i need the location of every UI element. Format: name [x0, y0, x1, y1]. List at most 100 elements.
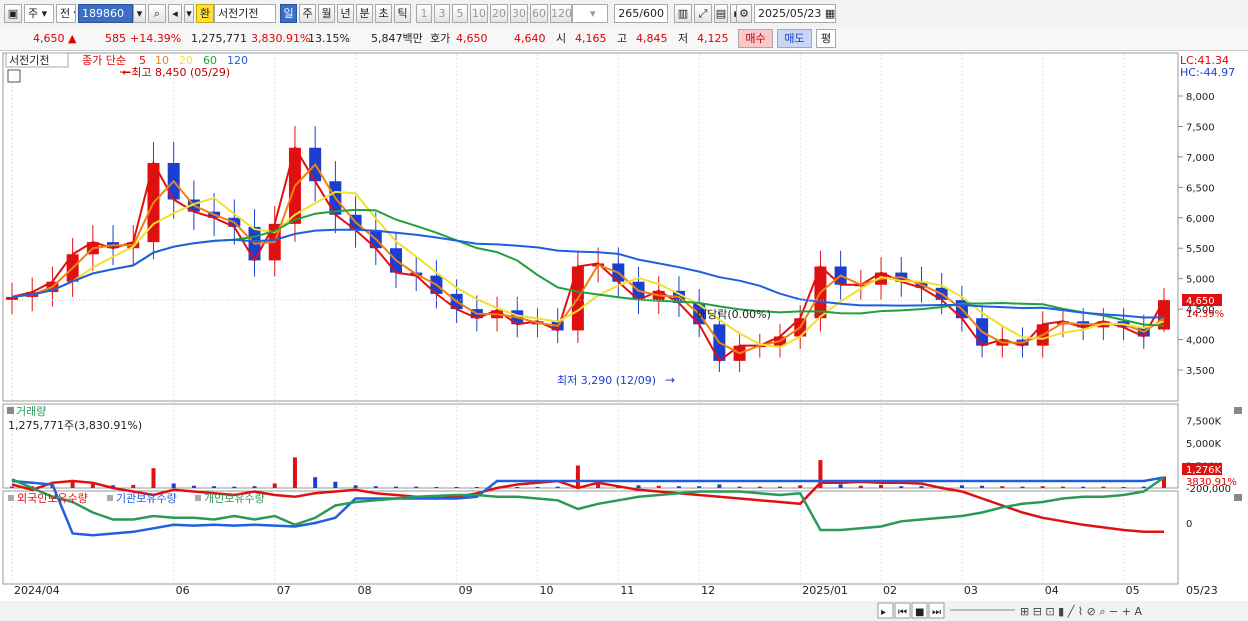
interval-tab-10[interactable]: 10: [470, 4, 488, 23]
interval-tab-30[interactable]: 30: [510, 4, 528, 23]
nav-icon-2: ■: [915, 607, 924, 618]
evaluation-button[interactable]: 평: [816, 29, 836, 48]
volume-bar: [656, 485, 661, 488]
price-pane: [2, 52, 1179, 402]
interval-tab-20[interactable]: 20: [490, 4, 508, 23]
candle-icon[interactable]: ▥: [674, 4, 692, 23]
stock-name-field: 서전기전: [214, 4, 276, 23]
indicator-icon[interactable]: ▤: [714, 4, 728, 23]
volume-bar: [151, 468, 156, 488]
volume-pane: [2, 403, 1179, 489]
period-tab-2[interactable]: 월: [318, 4, 335, 23]
volume-axis-label: 7,500K: [1186, 417, 1222, 428]
volume-bar: [757, 486, 762, 488]
buy-button[interactable]: 매수: [738, 29, 773, 48]
up-arrow-icon: ▲: [68, 32, 77, 45]
stock-code-input[interactable]: 189860: [78, 4, 133, 23]
volume-bar: [131, 484, 136, 488]
volume-bar: [414, 486, 419, 488]
x-axis-label: 10: [539, 584, 553, 597]
volume-last-label: 1,276K: [1186, 465, 1222, 476]
data-count-input[interactable]: 265/600: [614, 4, 668, 23]
x-axis-label: 05: [1126, 584, 1140, 597]
chart-area[interactable]: 8,0007,5007,0006,5006,0005,5005,0004,500…: [0, 51, 1248, 621]
holder-axis-label: 0: [1186, 519, 1192, 530]
volume-value: 1,275,771: [191, 32, 247, 45]
volume-bar: [980, 485, 985, 488]
volume-bar: [1040, 486, 1045, 488]
bid-price: 4,640: [514, 32, 546, 45]
search-icon[interactable]: ⌕: [148, 4, 166, 23]
high-price: 4,845: [636, 32, 668, 45]
interval-custom-select[interactable]: ▾: [572, 4, 608, 23]
name-tag: 서전기전: [9, 54, 49, 67]
last-rate-label: 14.39%: [1186, 309, 1224, 320]
interval-tab-60[interactable]: 60: [530, 4, 548, 23]
price-axis-label: 6,500: [1186, 183, 1215, 194]
low-note: 최저 3,290 (12/09): [557, 374, 656, 387]
gear-icon[interactable]: ⚙: [736, 4, 752, 23]
period-tab-5[interactable]: 초: [375, 4, 392, 23]
volume-bar: [1020, 486, 1025, 488]
speaker-dropdown-icon[interactable]: ▾: [184, 4, 194, 23]
trend-tool-icon[interactable]: ⤢: [694, 4, 712, 23]
volume-bar: [838, 484, 843, 488]
change-value: 585: [105, 32, 126, 45]
layout-icon[interactable]: ▣: [4, 4, 22, 23]
period-tab-0[interactable]: 일: [280, 4, 297, 23]
volume-bar: [555, 486, 560, 488]
volume-bar: [1081, 486, 1086, 488]
speaker-icon[interactable]: ◂: [168, 4, 182, 23]
toolbar-icons: ⊞ ⊟ ⊡ ▮ ╱ ⌇ ⊘ ⌕ − + A: [1020, 604, 1142, 618]
period-tab-3[interactable]: 년: [337, 4, 354, 23]
volume-bar: [1060, 486, 1065, 488]
period-select-label: 주: [28, 7, 39, 20]
last-price-label: 4,650: [1186, 296, 1215, 307]
data-count: 265: [618, 7, 640, 20]
volume-bar: [232, 486, 237, 488]
volume-bar: [575, 465, 580, 488]
date-input[interactable]: 2025/05/23 ▦: [754, 4, 836, 23]
calendar-icon[interactable]: ▦: [825, 7, 835, 20]
volume-bar: [919, 486, 924, 488]
nav-icon-3: ⏭: [932, 607, 941, 618]
interval-tab-3[interactable]: 3: [434, 4, 450, 23]
hoga-label: 호가: [430, 32, 451, 45]
main-toolbar: ▣ 주 ▾ 전 ▾ 189860 ▾ ⌕ ◂ ▾ 환 서전기전 일주월년분초틱 …: [0, 0, 1248, 29]
volume-bar: [515, 487, 520, 488]
sell-button[interactable]: 매도: [777, 29, 812, 48]
volume-bar: [373, 486, 378, 488]
volume-bar: [212, 486, 217, 488]
volume-bar: [252, 486, 257, 488]
code-dropdown-icon[interactable]: ▾: [133, 4, 146, 23]
price-axis-label: 3,500: [1186, 366, 1215, 377]
volume-value: 1,275,771주(3,830.91%): [8, 419, 142, 432]
volume-bar: [1000, 486, 1005, 488]
period-tab-4[interactable]: 분: [356, 4, 373, 23]
trade-amount: 5,847백만: [371, 32, 423, 45]
volume-pane-close-icon[interactable]: [1234, 407, 1242, 414]
period-tab-6[interactable]: 틱: [394, 4, 411, 23]
market-select[interactable]: 전 ▾: [56, 4, 76, 23]
dividend-note: 배당락(0.00%): [697, 308, 771, 321]
interval-tab-120[interactable]: 120: [550, 4, 572, 23]
period-select[interactable]: 주 ▾: [24, 4, 54, 23]
holder-legend-marker: [8, 495, 14, 501]
volume-bar: [697, 486, 702, 488]
volume-bar: [1141, 486, 1146, 488]
hc-label: HC:-44.97: [1180, 66, 1235, 79]
exchange-button[interactable]: 환: [196, 4, 214, 23]
calculator-icon[interactable]: [7, 69, 21, 83]
volume-bar: [394, 486, 398, 488]
interval-tab-1[interactable]: 1: [416, 4, 432, 23]
period-tab-1[interactable]: 주: [299, 4, 316, 23]
x-axis-label: 04: [1045, 584, 1059, 597]
interval-tab-5[interactable]: 5: [452, 4, 468, 23]
volume-bar: [272, 483, 277, 488]
x-axis-label: 02: [883, 584, 897, 597]
x-axis-label: 06: [176, 584, 190, 597]
holder-pane-close-icon[interactable]: [1234, 494, 1242, 501]
high-note: ←최고 8,450 (05/29): [122, 66, 230, 79]
volume-bar: [292, 457, 297, 488]
volume-bar: [717, 484, 722, 488]
